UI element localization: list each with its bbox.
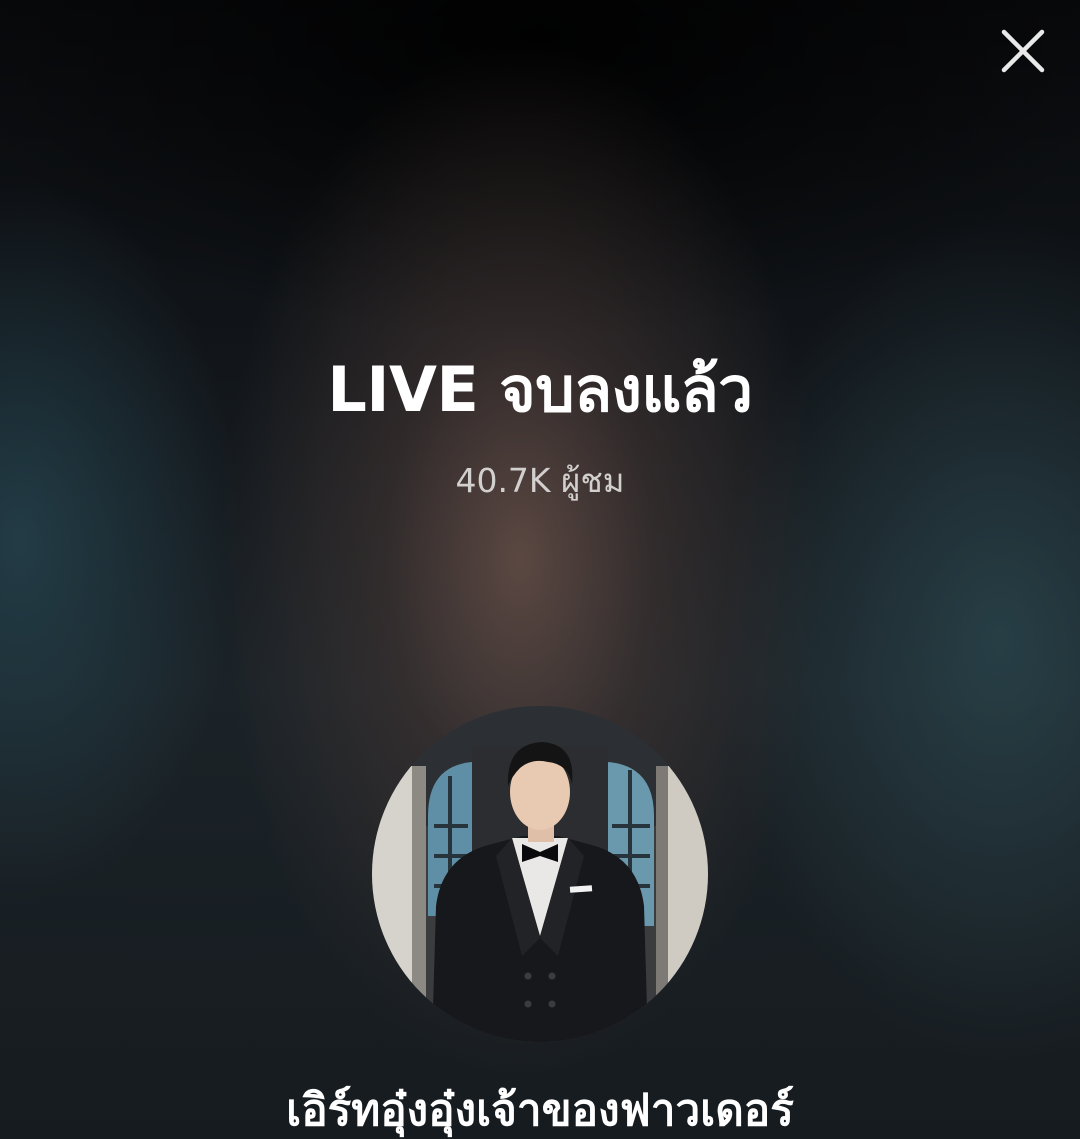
viewer-count: 40.7K ผู้ชม: [455, 461, 625, 500]
host-username[interactable]: เอิร์ทอุ๋งอุ๋งเจ้าของฟาวเดอร์: [0, 1076, 1080, 1139]
live-ended-screen: LIVE จบลงแล้ว 40.7K ผู้ชม เอิร์ทอุ๋งอุ๋ง…: [0, 0, 1080, 1139]
live-ended-title: LIVE จบลงแล้ว: [327, 353, 753, 426]
close-button[interactable]: [996, 24, 1050, 78]
close-icon: [1001, 29, 1045, 73]
avatar[interactable]: [372, 706, 708, 1042]
host-profile-photo: [372, 706, 708, 1042]
